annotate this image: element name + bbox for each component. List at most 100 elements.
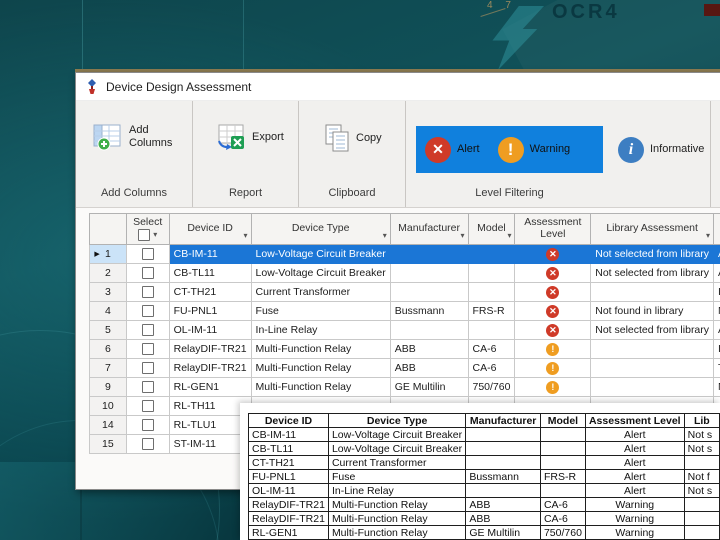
select-cell[interactable] <box>125 377 170 397</box>
row-header-cell[interactable]: 7 <box>89 358 127 378</box>
chevron-down-icon[interactable]: ▾ <box>507 231 511 241</box>
row-header-cell[interactable]: 5 <box>89 320 127 340</box>
device-id-cell[interactable]: OL-IM-11 <box>168 320 252 340</box>
table-row[interactable]: 7 RelayDIF-TR21 Multi-Function Relay ABB CA-… <box>89 358 720 378</box>
device-id-cell[interactable]: CT-TH21 <box>168 282 252 302</box>
add-columns-button[interactable]: Add Columns <box>92 123 175 151</box>
column-header-library-assessment[interactable]: Library Assessment ▾ <box>590 213 715 245</box>
assessment-level-cell[interactable]: ✕ <box>514 301 592 321</box>
device-id-cell[interactable]: CB-TL11 <box>168 263 252 283</box>
manufacturer-cell[interactable] <box>389 263 469 283</box>
column-header-manufacturer[interactable]: Manufacturer ▾ <box>389 213 469 245</box>
model-cell[interactable] <box>467 320 516 340</box>
select-cell[interactable] <box>125 263 170 283</box>
table-row[interactable]: 3 CT-TH21Current Transformer ✕ Input CT <box>89 282 720 302</box>
manufacturer-cell[interactable]: GE Multilin <box>389 377 469 397</box>
row-checkbox[interactable] <box>141 438 154 451</box>
table-row[interactable]: 5 OL-IM-11 In-Line Relay ✕ Not selected from… <box>89 320 720 340</box>
select-cell[interactable] <box>125 415 170 435</box>
chevron-down-icon[interactable]: ▾ <box>383 231 387 241</box>
select-cell[interactable] <box>125 396 170 416</box>
device-type-cell[interactable]: Multi-Function Relay <box>250 339 391 359</box>
select-cell[interactable] <box>125 339 170 359</box>
device-type-cell[interactable]: Multi-Function Relay <box>250 358 391 378</box>
model-cell[interactable]: CA-6 <box>467 339 516 359</box>
assessment-level-cell[interactable]: ✕ <box>514 320 592 340</box>
details-cell[interactable]: There sho <box>713 358 720 378</box>
column-header-device-id[interactable]: Device ID ▾ <box>168 213 252 245</box>
device-id-cell[interactable]: RelayDIF-TR21 <box>168 339 252 359</box>
row-checkbox[interactable] <box>141 324 154 337</box>
device-id-cell[interactable]: ST-IM-11 <box>168 434 252 454</box>
row-header-cell[interactable]: 3 <box>89 282 127 302</box>
select-cell[interactable] <box>125 282 170 302</box>
row-header-cell[interactable]: 4 <box>89 301 127 321</box>
library-assessment-cell[interactable] <box>590 282 715 302</box>
select-cell[interactable] <box>125 358 170 378</box>
device-type-cell[interactable]: Multi-Function Relay <box>250 377 391 397</box>
chevron-down-icon[interactable]: ▾ <box>460 231 464 241</box>
row-header-cell[interactable]: 15 <box>89 434 127 454</box>
select-cell[interactable] <box>125 244 170 264</box>
device-id-cell[interactable]: FU-PNL1 <box>168 301 252 321</box>
row-checkbox[interactable] <box>141 248 154 261</box>
copy-button[interactable]: Copy <box>323 123 382 153</box>
column-header-details[interactable] <box>713 213 720 245</box>
row-checkbox[interactable] <box>141 362 154 375</box>
device-type-cell[interactable]: In-Line Relay <box>250 320 391 340</box>
alert-filter-button[interactable]: ✕ Alert <box>416 126 489 173</box>
table-row[interactable]: 6 RelayDIF-TR21 Multi-Function Relay ABB CA-… <box>89 339 720 359</box>
model-cell[interactable]: CA-6 <box>467 358 516 378</box>
row-header-cell[interactable]: 9 <box>89 377 127 397</box>
row-checkbox[interactable] <box>141 343 154 356</box>
manufacturer-cell[interactable] <box>389 282 469 302</box>
manufacturer-cell[interactable]: Bussmann <box>389 301 469 321</box>
model-cell[interactable] <box>467 282 516 302</box>
warning-filter-button[interactable]: ! Warning <box>489 126 580 173</box>
column-header-assessment-level[interactable]: Assessment Level <box>514 213 592 245</box>
assessment-level-cell[interactable]: ✕ <box>514 282 592 302</box>
library-assessment-cell[interactable] <box>590 358 715 378</box>
details-cell[interactable]: A specific <box>713 263 720 283</box>
row-header-cell[interactable]: 2 <box>89 263 127 283</box>
chevron-down-icon[interactable]: ▾ <box>244 231 248 241</box>
library-assessment-cell[interactable]: Not found in library <box>590 301 715 321</box>
export-button[interactable]: Export <box>215 123 284 151</box>
library-assessment-cell[interactable] <box>590 339 715 359</box>
column-header-device-type[interactable]: Device Type ▾ <box>250 213 391 245</box>
model-cell[interactable]: 750/760 <box>467 377 516 397</box>
chevron-down-icon[interactable]: ▾ <box>706 231 710 241</box>
device-type-cell[interactable]: Low-Voltage Circuit Breaker <box>250 244 391 264</box>
select-cell[interactable] <box>125 434 170 454</box>
row-header-cell[interactable]: 10 <box>89 396 127 416</box>
column-header-model[interactable]: Model ▾ <box>467 213 516 245</box>
device-type-cell[interactable]: Low-Voltage Circuit Breaker <box>250 263 391 283</box>
device-type-cell[interactable]: Current Transformer <box>250 282 391 302</box>
assessment-level-cell[interactable]: ! <box>514 339 592 359</box>
row-checkbox[interactable] <box>141 419 154 432</box>
table-row[interactable]: 2 CB-TL11 Low-Voltage Circuit Breaker ✕ Not … <box>89 263 720 283</box>
row-checkbox[interactable] <box>141 286 154 299</box>
row-checkbox[interactable] <box>141 381 154 394</box>
assessment-level-cell[interactable]: ✕ <box>514 263 592 283</box>
column-header-select[interactable]: Select ▾ <box>125 213 170 245</box>
row-header-cell[interactable]: 6 <box>89 339 127 359</box>
manufacturer-cell[interactable] <box>389 320 469 340</box>
row-checkbox[interactable] <box>141 400 154 413</box>
select-cell[interactable] <box>125 301 170 321</box>
table-row[interactable]: 1 ▶ CB-IM-11 Low-Voltage Circuit Breaker ✕ No… <box>89 244 720 264</box>
library-assessment-cell[interactable]: Not selected from library <box>590 263 715 283</box>
device-id-cell[interactable]: RelayDIF-TR21 <box>168 358 252 378</box>
model-cell[interactable] <box>467 263 516 283</box>
row-checkbox[interactable] <box>141 305 154 318</box>
row-header-cell[interactable]: 1 ▶ <box>89 244 127 264</box>
row-header-cell[interactable]: 14 <box>89 415 127 435</box>
select-all-checkbox[interactable] <box>138 229 151 242</box>
device-id-cell[interactable]: CB-IM-11 <box>168 244 252 264</box>
model-cell[interactable] <box>467 244 516 264</box>
details-cell[interactable]: A specific <box>713 244 720 264</box>
library-assessment-cell[interactable]: Not selected from library <box>590 244 715 264</box>
details-cell[interactable]: A specific <box>713 320 720 340</box>
table-row[interactable]: 4 FU-PNL1 Fuse Bussmann FRS-R ✕ Not found in l… <box>89 301 720 321</box>
library-assessment-cell[interactable]: Not selected from library <box>590 320 715 340</box>
